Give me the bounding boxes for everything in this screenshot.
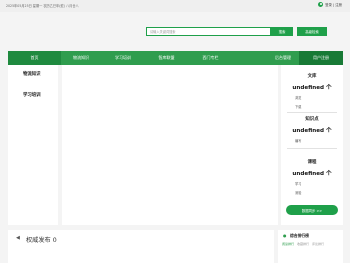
location-pin-icon: ● <box>283 233 287 238</box>
top-bar: 2025年05月25日 星期一 农历乙巳年(蛇) 八月廿八 登录 | 注册 <box>0 0 350 12</box>
nav-admin[interactable]: 后台管理 <box>233 51 299 65</box>
knowledge-title: 知识点 <box>305 117 319 122</box>
tab-favorite-rank[interactable]: 收藏排行 <box>297 242 309 246</box>
tab-comment-rank[interactable]: 评论排行 <box>312 242 324 246</box>
login-link[interactable]: 登录 | 注册 <box>318 2 342 7</box>
search-bar: 请输入关键词搜索 搜索 高级检索 <box>146 27 327 36</box>
ranking-title: 综合排行榜 <box>290 233 309 238</box>
data-sync-button[interactable]: 数据同步 >> <box>286 205 338 215</box>
megaphone-icon: ◀ <box>16 235 20 241</box>
courses-quiz[interactable]: 测验 <box>295 190 301 195</box>
date-text: 2025年05月25日 星期一 农历乙巳年(蛇) 八月廿八 <box>6 4 79 8</box>
nav-column[interactable]: 西门专栏 <box>188 51 233 65</box>
divider <box>287 112 337 113</box>
courses-count: undefined 个 <box>292 171 332 177</box>
main-content <box>62 65 278 225</box>
search-input[interactable]: 请输入关键词搜索 <box>146 27 271 36</box>
library-count: undefined 个 <box>292 85 332 91</box>
knowledge-count: undefined 个 <box>292 128 332 134</box>
courses-study[interactable]: 学习 <box>295 181 301 186</box>
main-nav: 首页 物流知识 学习培训 智库联盟 西门专栏 后台管理 用户注册 <box>8 51 343 65</box>
category-training[interactable]: 学习培训 <box>23 92 41 98</box>
courses-title: 课程 <box>307 160 317 165</box>
nav-home[interactable]: 首页 <box>8 51 61 65</box>
category-sidebar: 物流知识 学习培训 <box>8 65 58 225</box>
knowledge-write[interactable]: 编写 <box>295 138 301 143</box>
stats-panel: 文库 undefined 个 浏览 下载 知识点 undefined 个 编写 … <box>281 65 343 225</box>
library-browse[interactable]: 浏览 <box>295 95 301 100</box>
nav-training[interactable]: 学习培训 <box>101 51 145 65</box>
announcement-title: 权威发布 <box>26 236 51 244</box>
divider <box>287 148 337 149</box>
ranking-panel: ● 综合排行榜 阅读排行 收藏排行 评论排行 <box>278 230 343 263</box>
ranking-tabs: 阅读排行 收藏排行 评论排行 <box>282 242 324 246</box>
user-icon <box>318 2 324 7</box>
announcement-count: 0 <box>52 236 57 244</box>
category-logistics[interactable]: 物流知识 <box>23 71 41 77</box>
nav-register[interactable]: 用户注册 <box>299 51 343 65</box>
search-button[interactable]: 搜索 <box>271 27 293 36</box>
nav-think-tank[interactable]: 智库联盟 <box>145 51 188 65</box>
nav-logistics-knowledge[interactable]: 物流知识 <box>61 51 101 65</box>
library-title: 文库 <box>307 74 317 79</box>
login-label[interactable]: 登录 | 注册 <box>325 2 342 7</box>
advanced-search-button[interactable]: 高级检索 <box>297 27 327 36</box>
tab-reading-rank[interactable]: 阅读排行 <box>282 242 294 246</box>
announcement-heading: 权威发布 0 <box>26 235 57 244</box>
library-download[interactable]: 下载 <box>295 104 301 109</box>
announcement-panel: ◀ 权威发布 0 <box>8 230 274 263</box>
